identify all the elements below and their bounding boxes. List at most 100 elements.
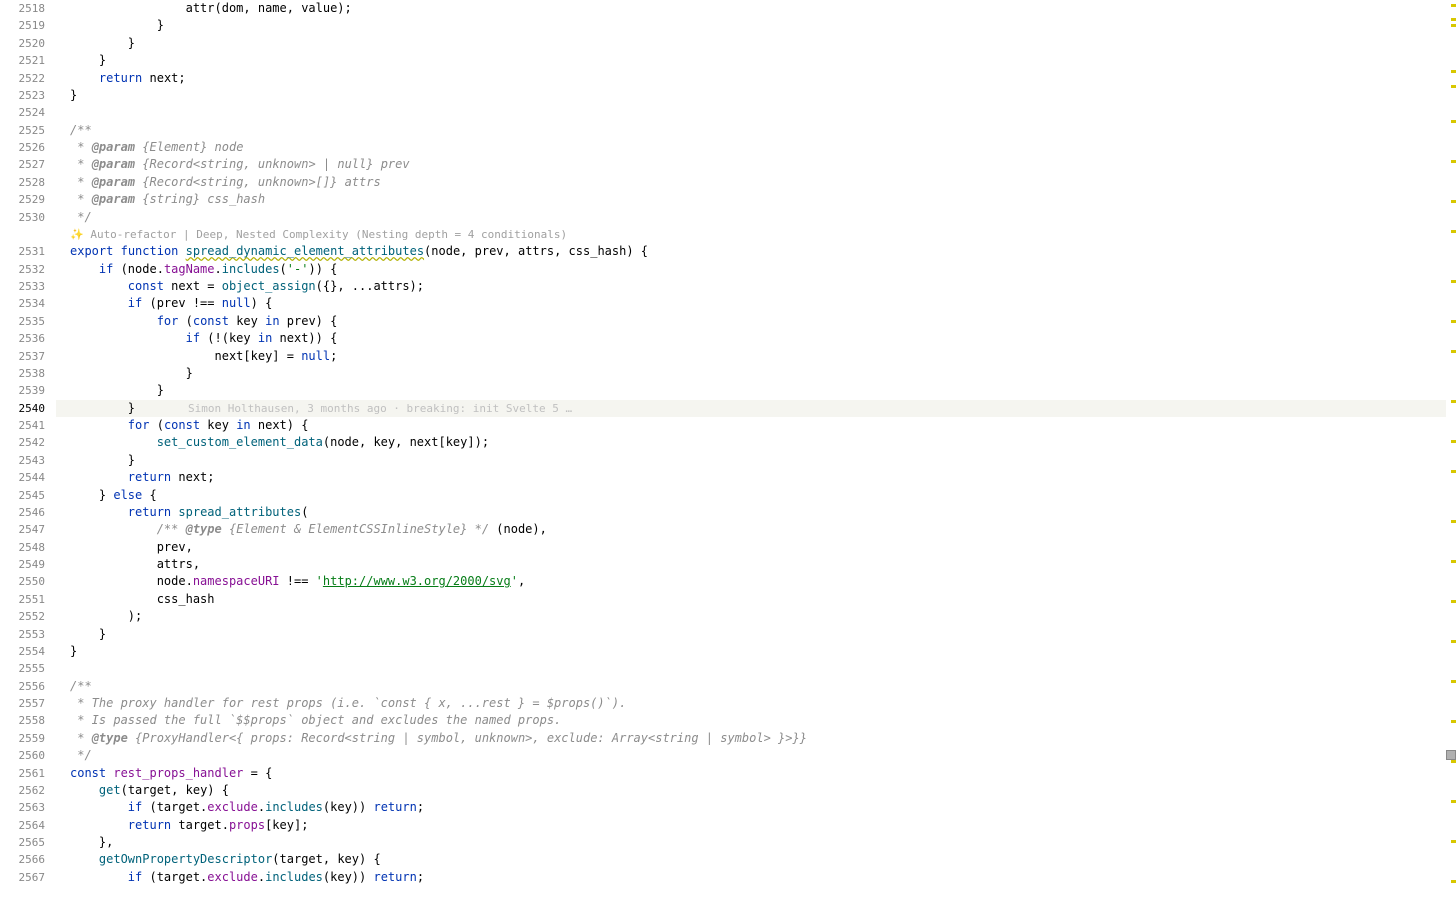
code-line[interactable]: set_custom_element_data(node, key, next[… [56, 434, 1456, 451]
code-line[interactable]: if (prev !== null) { [56, 295, 1456, 312]
code-line[interactable]: css_hash [56, 591, 1456, 608]
minimap-warning-mark[interactable] [1451, 24, 1456, 27]
line-number[interactable]: 2528 [0, 174, 45, 191]
line-number[interactable]: 2546 [0, 504, 45, 521]
code-line[interactable]: } [56, 52, 1456, 69]
line-number[interactable]: 2540 [0, 400, 45, 417]
line-number[interactable]: 2529 [0, 191, 45, 208]
minimap-warning-mark[interactable] [1451, 400, 1456, 403]
code-line[interactable] [56, 104, 1456, 121]
minimap-warning-mark[interactable] [1451, 760, 1456, 763]
inlay-hint[interactable]: ✨ Auto-refactor | Deep, Nested Complexit… [56, 226, 1456, 243]
line-number[interactable]: 2547 [0, 521, 45, 538]
line-number[interactable]: 2554 [0, 643, 45, 660]
code-line[interactable]: * @param {Record<string, unknown> | null… [56, 156, 1456, 173]
minimap-warning-mark[interactable] [1451, 880, 1456, 883]
code-line[interactable]: return spread_attributes( [56, 504, 1456, 521]
line-number[interactable]: 2544 [0, 469, 45, 486]
minimap-warning-mark[interactable] [1451, 120, 1456, 123]
line-number[interactable]: 2530 [0, 209, 45, 226]
code-line[interactable]: if (target.exclude.includes(key)) return… [56, 799, 1456, 816]
line-number[interactable]: 2534 [0, 295, 45, 312]
line-number[interactable]: 2563 [0, 799, 45, 816]
code-line[interactable]: } [56, 35, 1456, 52]
line-number[interactable]: 2545 [0, 487, 45, 504]
code-line[interactable]: } [56, 87, 1456, 104]
minimap-warning-mark[interactable] [1451, 720, 1456, 723]
line-number[interactable]: 2556 [0, 678, 45, 695]
line-number[interactable]: 2567 [0, 869, 45, 886]
minimap-warning-mark[interactable] [1451, 4, 1456, 7]
minimap-warning-mark[interactable] [1451, 840, 1456, 843]
code-line[interactable]: * @type {ProxyHandler<{ props: Record<st… [56, 730, 1456, 747]
minimap-warning-mark[interactable] [1451, 600, 1456, 603]
line-number[interactable]: 2522 [0, 70, 45, 87]
minimap-warning-mark[interactable] [1451, 320, 1456, 323]
code-line[interactable]: attrs, [56, 556, 1456, 573]
code-line[interactable]: const next = object_assign({}, ...attrs)… [56, 278, 1456, 295]
code-line[interactable]: if (target.exclude.includes(key)) return… [56, 869, 1456, 886]
line-number[interactable]: 2541 [0, 417, 45, 434]
line-number[interactable]: 2533 [0, 278, 45, 295]
line-number[interactable]: 2519 [0, 17, 45, 34]
line-number[interactable]: 2518 [0, 0, 45, 17]
line-number[interactable]: 2536 [0, 330, 45, 347]
code-line[interactable]: ); [56, 608, 1456, 625]
line-number[interactable]: 2538 [0, 365, 45, 382]
code-editor[interactable]: 2518251925202521252225232524252525262527… [0, 0, 1456, 906]
minimap-thumb[interactable] [1446, 750, 1456, 760]
minimap-warning-mark[interactable] [1451, 440, 1456, 443]
code-line[interactable]: } [56, 382, 1456, 399]
code-line[interactable]: /** [56, 678, 1456, 695]
code-line[interactable]: attr(dom, name, value); [56, 0, 1456, 17]
code-line[interactable]: }, [56, 834, 1456, 851]
code-line[interactable]: export function spread_dynamic_element_a… [56, 243, 1456, 260]
git-blame-inlay[interactable]: Simon Holthausen, 3 months ago · breakin… [135, 402, 572, 415]
minimap-warning-mark[interactable] [1451, 280, 1456, 283]
line-number[interactable]: 2553 [0, 626, 45, 643]
code-line[interactable]: if (node.tagName.includes('-')) { [56, 261, 1456, 278]
minimap-warning-mark[interactable] [1451, 680, 1456, 683]
code-line[interactable]: } [56, 17, 1456, 34]
line-number[interactable]: 2558 [0, 712, 45, 729]
line-number[interactable]: 2535 [0, 313, 45, 330]
line-number[interactable]: 2551 [0, 591, 45, 608]
code-line[interactable]: } Simon Holthausen, 3 months ago · break… [56, 400, 1456, 417]
line-number[interactable]: 2561 [0, 765, 45, 782]
code-line[interactable]: node.namespaceURI !== 'http://www.w3.org… [56, 573, 1456, 590]
line-number[interactable]: 2531 [0, 243, 45, 260]
minimap-warning-mark[interactable] [1451, 350, 1456, 353]
minimap-warning-mark[interactable] [1451, 70, 1456, 73]
line-number[interactable]: 2555 [0, 660, 45, 677]
code-line[interactable]: */ [56, 209, 1456, 226]
code-line[interactable]: * @param {string} css_hash [56, 191, 1456, 208]
line-number[interactable]: 2521 [0, 52, 45, 69]
minimap-warning-mark[interactable] [1451, 520, 1456, 523]
minimap-scrollbar[interactable] [1446, 0, 1456, 906]
code-line[interactable]: * @param {Record<string, unknown>[]} att… [56, 174, 1456, 191]
minimap-warning-mark[interactable] [1451, 160, 1456, 163]
minimap-warning-mark[interactable] [1451, 470, 1456, 473]
line-number[interactable]: 2565 [0, 834, 45, 851]
code-line[interactable]: for (const key in prev) { [56, 313, 1456, 330]
code-line[interactable]: /** [56, 122, 1456, 139]
code-line[interactable]: getOwnPropertyDescriptor(target, key) { [56, 851, 1456, 868]
line-number[interactable]: 2539 [0, 382, 45, 399]
line-number[interactable]: 2542 [0, 434, 45, 451]
code-line[interactable]: } [56, 365, 1456, 382]
line-number[interactable]: 2526 [0, 139, 45, 156]
line-number[interactable]: 2537 [0, 348, 45, 365]
code-line[interactable]: if (!(key in next)) { [56, 330, 1456, 347]
minimap-warning-mark[interactable] [1451, 800, 1456, 803]
code-content-area[interactable]: attr(dom, name, value); } } } return nex… [56, 0, 1456, 906]
line-number[interactable]: 2523 [0, 87, 45, 104]
line-number[interactable]: 2524 [0, 104, 45, 121]
code-line[interactable]: * @param {Element} node [56, 139, 1456, 156]
line-number[interactable]: 2564 [0, 817, 45, 834]
minimap-warning-mark[interactable] [1451, 640, 1456, 643]
code-line[interactable]: for (const key in next) { [56, 417, 1456, 434]
minimap-warning-mark[interactable] [1451, 18, 1456, 21]
code-line[interactable]: * Is passed the full `$$props` object an… [56, 712, 1456, 729]
code-line[interactable]: */ [56, 747, 1456, 764]
minimap-warning-mark[interactable] [1451, 560, 1456, 563]
